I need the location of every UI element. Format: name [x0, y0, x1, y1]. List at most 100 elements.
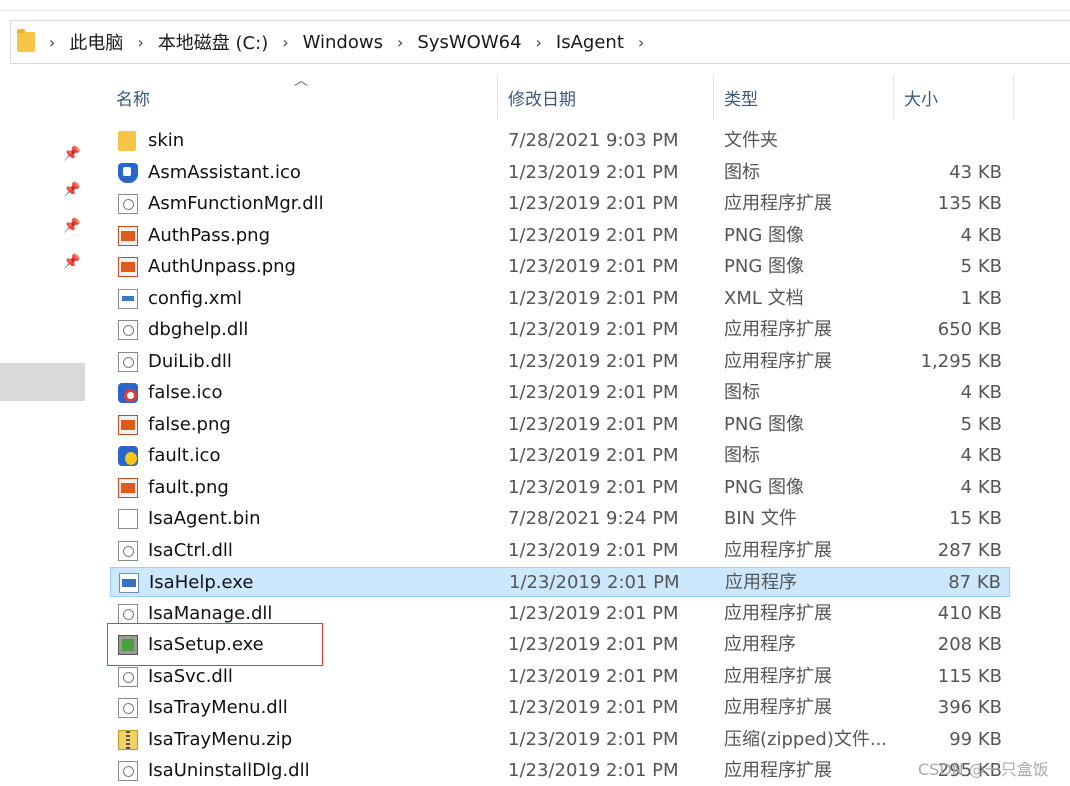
file-size: 287 KB: [937, 539, 1002, 561]
chevron-right-icon[interactable]: ›: [137, 33, 143, 52]
image-icon: [118, 257, 138, 277]
file-icon-cell: [118, 729, 138, 750]
file-icon-cell: [118, 666, 138, 687]
file-date: 1/23/2019 2:01 PM: [508, 256, 679, 277]
column-header-size-label: 大小: [904, 89, 938, 110]
dll-icon: [118, 603, 138, 624]
file-type: 图标: [724, 382, 760, 403]
file-row[interactable]: IsaTrayMenu.dll 1/23/2019 2:01 PM 应用程序扩展 39…: [110, 693, 1010, 723]
file-row[interactable]: skin 7/28/2021 9:03 PM 文件夹: [110, 126, 1010, 156]
file-type: 应用程序扩展: [724, 760, 832, 781]
file-name: false.png: [148, 413, 231, 435]
file-row[interactable]: AsmAssistant.ico 1/23/2019 2:01 PM 图标 43 KB: [110, 158, 1010, 188]
file-row[interactable]: DuiLib.dll 1/23/2019 2:01 PM 应用程序扩展 1,295 K…: [110, 347, 1010, 377]
chevron-right-icon[interactable]: ›: [638, 33, 644, 52]
dll-icon: [118, 540, 138, 561]
pin-icon[interactable]: 📌: [63, 182, 80, 198]
pin-icon[interactable]: 📌: [63, 146, 80, 162]
folder-icon: [118, 131, 136, 151]
file-row[interactable]: AuthUnpass.png 1/23/2019 2:01 PM PNG 图像 5 K…: [110, 252, 1010, 282]
file-row[interactable]: IsaAgent.bin 7/28/2021 9:24 PM BIN 文件 15 KB: [110, 504, 1010, 534]
file-type: PNG 图像: [724, 476, 804, 498]
chevron-right-icon[interactable]: ›: [397, 33, 403, 52]
file-size: 5 KB: [960, 413, 1002, 435]
file-type: 压缩(zipped)文件...: [724, 728, 888, 750]
file-type: 应用程序扩展: [724, 319, 832, 340]
chevron-right-icon[interactable]: ›: [282, 33, 288, 52]
file-row[interactable]: fault.ico 1/23/2019 2:01 PM 图标 4 KB: [110, 441, 1010, 471]
file-name: AuthPass.png: [148, 224, 271, 246]
column-header-size[interactable]: 大小: [894, 74, 1014, 120]
file-row[interactable]: AsmFunctionMgr.dll 1/23/2019 2:01 PM 应用程序扩…: [110, 189, 1010, 219]
file-size: 4 KB: [960, 382, 1002, 403]
file-size: 650 KB: [937, 319, 1002, 340]
breadcrumb-syswow64[interactable]: SysWOW64: [417, 32, 521, 53]
file-name: DuiLib.dll: [148, 350, 232, 372]
file-name: AsmAssistant.ico: [148, 161, 301, 183]
file-size: 43 KB: [949, 161, 1002, 183]
file-name: dbghelp.dll: [148, 319, 249, 340]
column-header-name[interactable]: 名称: [106, 74, 498, 120]
highlight-annotation-box: [107, 623, 323, 666]
breadcrumb-windows[interactable]: Windows: [303, 32, 383, 53]
file-type: 图标: [724, 445, 760, 466]
column-header-type[interactable]: 类型: [714, 74, 894, 120]
file-type: 应用程序扩展: [724, 602, 832, 624]
breadcrumb-local-disk[interactable]: 本地磁盘 (C:): [158, 29, 268, 55]
dll-icon: [118, 698, 138, 718]
pin-icon[interactable]: 📌: [63, 254, 80, 270]
file-row[interactable]: IsaTrayMenu.zip 1/23/2019 2:01 PM 压缩(zippe…: [110, 725, 1010, 755]
column-header-date-label: 修改日期: [508, 89, 576, 110]
file-size: 396 KB: [937, 697, 1002, 718]
file-row[interactable]: fault.png 1/23/2019 2:01 PM PNG 图像 4 KB: [110, 473, 1010, 503]
chevron-right-icon[interactable]: ›: [49, 33, 55, 52]
dll-icon: [118, 320, 138, 340]
file-row[interactable]: AuthPass.png 1/23/2019 2:01 PM PNG 图像 4 KB: [110, 221, 1010, 251]
column-header-date[interactable]: 修改日期: [498, 74, 714, 120]
file-date: 1/23/2019 2:01 PM: [508, 697, 679, 718]
breadcrumb-isagent[interactable]: IsAgent: [556, 32, 624, 53]
chevron-right-icon[interactable]: ›: [536, 33, 542, 52]
image-icon: [118, 477, 138, 498]
exe-icon: [119, 573, 139, 593]
image-icon: [118, 225, 138, 246]
file-icon-cell: [118, 603, 138, 624]
file-icon-cell: [118, 194, 138, 214]
file-row[interactable]: IsaSvc.dll 1/23/2019 2:01 PM 应用程序扩展 115 KB: [110, 662, 1010, 692]
file-row[interactable]: false.ico 1/23/2019 2:01 PM 图标 4 KB: [110, 378, 1010, 408]
file-icon-cell: [118, 162, 138, 183]
file-name: IsaTrayMenu.dll: [148, 697, 288, 718]
file-name: false.ico: [148, 382, 223, 403]
column-header-name-label: 名称: [116, 89, 150, 110]
breadcrumb-this-pc[interactable]: 此电脑: [69, 29, 123, 55]
file-row[interactable]: IsaCtrl.dll 1/23/2019 2:01 PM 应用程序扩展 287 KB: [110, 536, 1010, 566]
file-row[interactable]: config.xml 1/23/2019 2:01 PM XML 文档 1 KB: [110, 284, 1010, 314]
file-row[interactable]: IsaHelp.exe 1/23/2019 2:01 PM 应用程序 87 KB: [110, 567, 1010, 597]
file-date: 1/23/2019 2:01 PM: [508, 413, 679, 435]
file-type: 应用程序扩展: [724, 350, 832, 372]
file-date: 1/23/2019 2:01 PM: [508, 382, 679, 403]
file-row[interactable]: false.png 1/23/2019 2:01 PM PNG 图像 5 KB: [110, 410, 1010, 440]
file-size: 15 KB: [949, 508, 1002, 529]
file-size: 4 KB: [960, 224, 1002, 246]
dll-icon: [118, 351, 138, 372]
file-icon-cell: [118, 320, 138, 340]
file-type: 应用程序扩展: [724, 697, 832, 718]
file-type: 应用程序扩展: [724, 665, 832, 687]
dll-icon: [118, 761, 138, 781]
file-row[interactable]: IsaUninstallDlg.dll 1/23/2019 2:01 PM 应用程序…: [110, 756, 1010, 786]
file-date: 1/23/2019 2:01 PM: [508, 161, 679, 183]
file-type: PNG 图像: [724, 413, 804, 435]
file-date: 1/23/2019 2:01 PM: [508, 224, 679, 246]
pin-icon[interactable]: 📌: [63, 218, 80, 234]
file-icon-cell: [118, 540, 138, 561]
file-icon-cell: [118, 414, 138, 435]
folder-icon: [17, 29, 35, 52]
nav-selected-item[interactable]: [0, 363, 85, 401]
file-type: XML 文档: [724, 287, 804, 309]
file-row[interactable]: dbghelp.dll 1/23/2019 2:01 PM 应用程序扩展 650 KB: [110, 315, 1010, 345]
file-icon-cell: [119, 573, 139, 593]
file-name: IsaHelp.exe: [149, 572, 254, 593]
address-bar[interactable]: › 此电脑 › 本地磁盘 (C:) › Windows › SysWOW64 ›…: [10, 20, 1070, 64]
file-type: 应用程序: [725, 572, 797, 593]
